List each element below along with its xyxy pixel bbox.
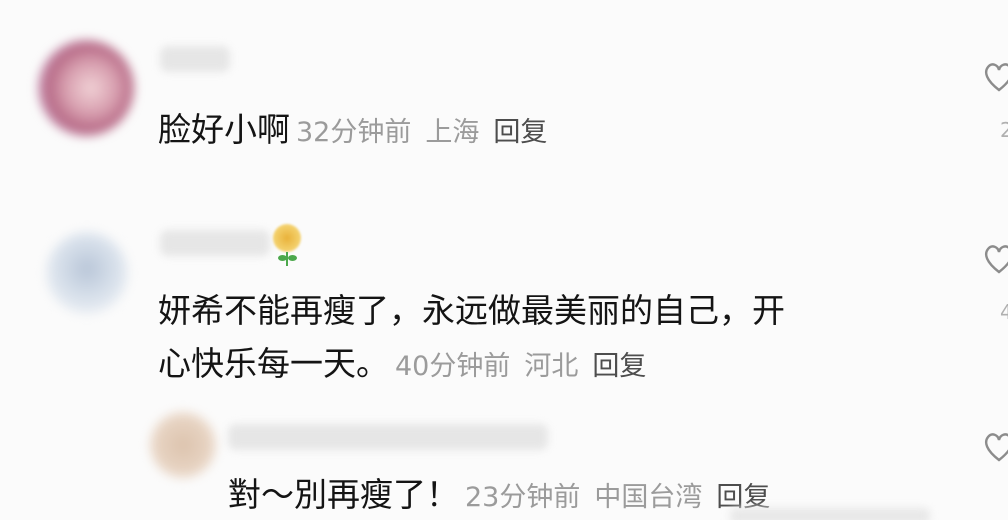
reply-button[interactable]: 回复 <box>592 351 646 382</box>
comment-text: 脸好小啊 <box>158 110 290 149</box>
next-comment-cut-off <box>730 508 930 520</box>
comment-1: 脸好小啊 32分钟前 上海 回复 <box>158 108 547 155</box>
comment-location: 上海 <box>425 117 480 148</box>
comment-location: 中国台湾 <box>594 482 703 513</box>
username-blurred[interactable] <box>228 424 548 450</box>
comment-time: 23分钟前 <box>465 482 581 513</box>
sunflower-icon <box>270 222 304 268</box>
comment-2-line-2: 心快乐每一天。 40分钟前 河北 回复 <box>158 342 646 389</box>
reply-button[interactable]: 回复 <box>493 117 547 148</box>
heart-icon[interactable] <box>982 60 1008 94</box>
comment-text: 妍希不能再瘦了，永远做最美丽的自己，开 <box>158 291 785 330</box>
comment-location: 河北 <box>524 351 579 382</box>
avatar[interactable] <box>46 232 128 314</box>
comment-3: 對～別再瘦了！ 23分钟前 中国台湾 回复 <box>228 473 770 520</box>
comment-list: 脸好小啊 32分钟前 上海 回复 2 妍希不能再瘦了，永远做最美丽的自己，开 心快乐每… <box>0 0 1008 520</box>
comment-text: 心快乐每一天。 <box>158 344 389 383</box>
avatar[interactable] <box>150 412 216 478</box>
like-count: 2 <box>1000 118 1008 142</box>
heart-icon[interactable] <box>982 430 1008 464</box>
username-blurred[interactable] <box>160 230 270 256</box>
username-blurred[interactable] <box>160 46 230 72</box>
comment-2-line-1: 妍希不能再瘦了，永远做最美丽的自己，开 <box>158 289 785 333</box>
avatar[interactable] <box>38 40 134 136</box>
comment-text: 對～別再瘦了！ <box>228 475 459 514</box>
comment-time: 32分钟前 <box>296 117 412 148</box>
heart-icon[interactable] <box>982 242 1008 276</box>
comment-time: 40分钟前 <box>395 351 511 382</box>
like-count: 4 <box>1000 300 1008 324</box>
